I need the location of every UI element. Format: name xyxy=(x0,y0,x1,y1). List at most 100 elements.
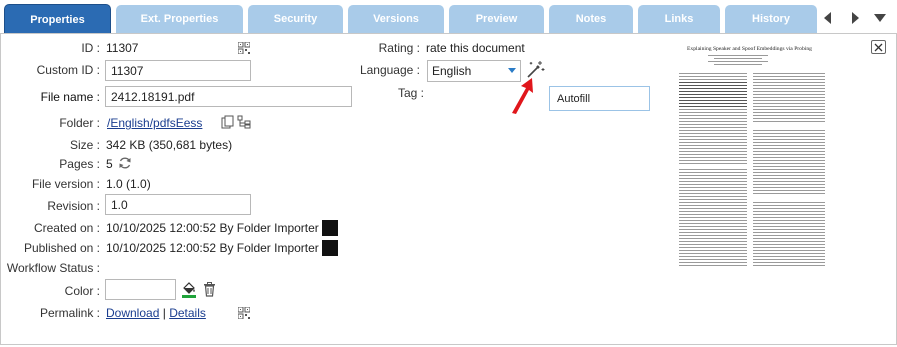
thumbnail-text-line xyxy=(753,157,825,159)
thumbnail-text-line xyxy=(679,88,747,90)
tab-properties[interactable]: Properties xyxy=(4,4,111,34)
thumbnail-text-line xyxy=(753,115,825,117)
thumbnail-text-line xyxy=(679,127,747,129)
thumbnail-text-line xyxy=(679,100,747,102)
color-label: Color : xyxy=(64,284,100,298)
thumbnail-text-line xyxy=(753,253,825,255)
thumbnail-text-line xyxy=(679,157,747,159)
copy-icon[interactable] xyxy=(221,115,235,129)
refresh-icon[interactable] xyxy=(118,156,132,170)
thumbnail-text-line xyxy=(679,226,747,228)
language-select[interactable]: English xyxy=(427,60,521,82)
thumbnail-text-line xyxy=(679,202,747,204)
permalink-qr-code-icon[interactable] xyxy=(238,307,250,319)
chevron-right-icon[interactable] xyxy=(845,10,865,26)
thumbnail-text-line xyxy=(753,190,825,192)
thumbnail-text-line xyxy=(753,220,825,222)
thumbnail-text-line xyxy=(679,241,747,243)
revision-input[interactable] xyxy=(105,194,251,215)
tab-ext-properties[interactable]: Ext. Properties xyxy=(116,5,243,33)
close-button[interactable] xyxy=(871,40,886,54)
thumbnail-text-line xyxy=(708,55,768,57)
file-version-value: 1.0 (1.0) xyxy=(106,177,151,191)
thumbnail-text-line xyxy=(679,205,747,207)
file-name-input[interactable] xyxy=(105,86,352,107)
thumbnail-text-line xyxy=(753,181,825,183)
thumbnail-text-line xyxy=(753,130,825,132)
document-thumbnail[interactable]: Explaining Speaker and Spoof Embeddings … xyxy=(673,41,853,271)
caret-down-icon[interactable] xyxy=(870,10,890,26)
thumbnail-text-line xyxy=(679,187,747,189)
pages-value: 5 xyxy=(106,157,113,171)
size-value: 342 KB (350,681 bytes) xyxy=(106,138,233,152)
file-name-label: File name : xyxy=(40,90,100,104)
folder-link[interactable]: /English/pdfsEess xyxy=(107,116,202,130)
thumbnail-text-line xyxy=(679,211,747,213)
autofill-option[interactable]: Autofill xyxy=(549,86,650,111)
trash-icon[interactable] xyxy=(203,282,216,297)
thumbnail-text-line xyxy=(753,193,825,195)
chevron-left-icon[interactable] xyxy=(818,10,838,26)
thumbnail-text-line xyxy=(753,184,825,186)
thumbnail-text-line xyxy=(753,103,825,105)
tab-notes[interactable]: Notes xyxy=(549,5,633,33)
thumbnail-text-line xyxy=(679,118,747,120)
language-label: Language : xyxy=(359,63,420,77)
thumbnail-text-line xyxy=(753,133,825,135)
download-link[interactable]: Download xyxy=(106,306,159,320)
paint-bucket-icon[interactable] xyxy=(181,281,197,298)
tab-history[interactable]: History xyxy=(725,5,817,33)
thumbnail-text-line xyxy=(753,262,825,264)
thumbnail-text-line xyxy=(679,163,747,165)
thumbnail-text-line xyxy=(679,97,747,99)
thumbnail-text-line xyxy=(753,139,825,141)
created-value: 10/10/2025 12:00:52 By Folder Importer xyxy=(106,221,319,235)
thumbnail-text-line xyxy=(753,85,825,87)
thumbnail-text-line xyxy=(753,112,825,114)
thumbnail-text-line xyxy=(753,205,825,207)
thumbnail-text-line xyxy=(753,88,825,90)
details-link[interactable]: Details xyxy=(169,306,206,320)
tab-versions[interactable]: Versions xyxy=(348,5,444,33)
thumbnail-text-line xyxy=(753,241,825,243)
close-icon xyxy=(874,43,883,51)
folder-tree-icon[interactable] xyxy=(237,115,251,129)
thumbnail-text-line xyxy=(753,94,825,96)
file-version-label: File version : xyxy=(31,177,100,191)
thumbnail-text-line xyxy=(753,208,825,210)
thumbnail-text-line xyxy=(679,256,747,258)
thumbnail-text-line xyxy=(753,259,825,261)
qr-code-icon[interactable] xyxy=(238,42,250,54)
thumbnail-text-line xyxy=(753,151,825,153)
thumbnail-text-line xyxy=(679,124,747,126)
thumbnail-text-line xyxy=(753,142,825,144)
custom-id-label: Custom ID : xyxy=(36,63,100,77)
thumbnail-text-line xyxy=(679,262,747,264)
thumbnail-text-line xyxy=(679,154,747,156)
size-label: Size : xyxy=(69,138,100,152)
thumbnail-text-line xyxy=(679,115,747,117)
thumbnail-text-line xyxy=(753,106,825,108)
thumbnail-text-line xyxy=(753,145,825,147)
tab-security[interactable]: Security xyxy=(248,5,343,33)
thumbnail-text-line xyxy=(753,229,825,231)
thumbnail-text-line xyxy=(753,250,825,252)
pointer-arrow-icon xyxy=(512,78,533,114)
thumbnail-text-line xyxy=(753,211,825,213)
thumbnail-text-line xyxy=(679,145,747,147)
rating-value[interactable]: rate this document xyxy=(426,41,525,55)
thumbnail-text-line xyxy=(714,64,762,66)
creator-signature-icon xyxy=(322,220,338,236)
custom-id-input[interactable] xyxy=(105,60,251,81)
thumbnail-text-line xyxy=(714,58,762,60)
pages-label: Pages : xyxy=(59,157,100,171)
color-input[interactable] xyxy=(105,279,176,300)
tab-links[interactable]: Links xyxy=(638,5,720,33)
thumbnail-text-line xyxy=(753,235,825,237)
thumbnail-text-line xyxy=(679,193,747,195)
thumbnail-text-line xyxy=(753,73,825,75)
thumbnail-text-line xyxy=(753,256,825,258)
thumbnail-title: Explaining Speaker and Spoof Embeddings … xyxy=(687,46,812,52)
tab-preview[interactable]: Preview xyxy=(449,5,544,33)
permalink-label: Permalink : xyxy=(39,306,100,320)
